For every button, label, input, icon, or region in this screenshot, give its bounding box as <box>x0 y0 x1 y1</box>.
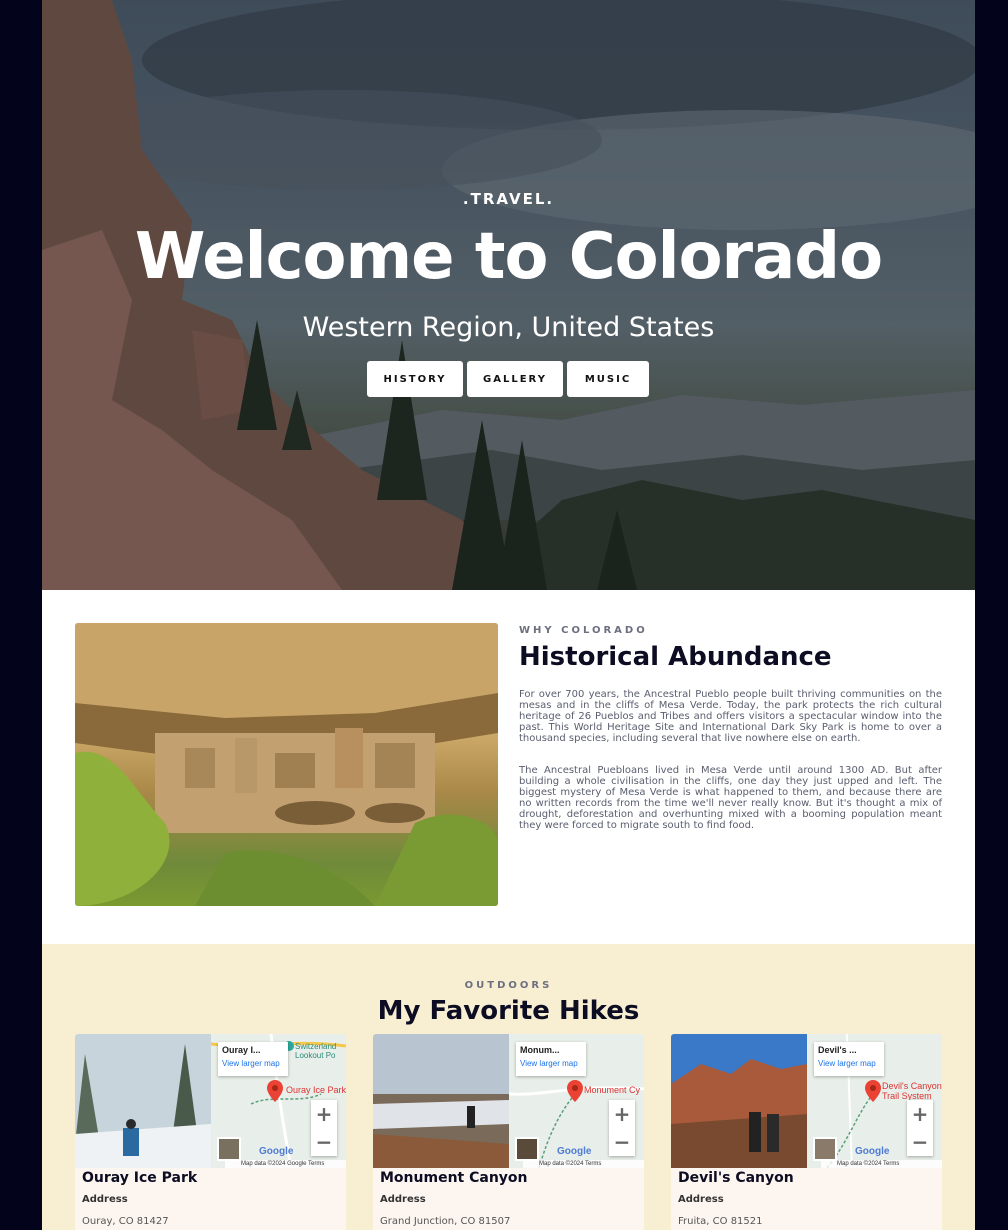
address-value: Fruita, CO 81521 <box>678 1216 763 1227</box>
hike-photo <box>671 1034 807 1168</box>
map-streetview-thumbnail[interactable] <box>813 1137 837 1161</box>
hero-subtitle: Western Region, United States <box>302 312 715 343</box>
map-place-name: Ouray I... <box>222 1045 261 1055</box>
address-label: Address <box>678 1194 724 1205</box>
history-section: WHY COLORADO Historical Abundance For ov… <box>42 590 975 944</box>
map-legal-text: Map data ©2024 Terms <box>821 1160 942 1168</box>
mesa-verde-photo <box>75 623 498 906</box>
minus-icon[interactable]: − <box>609 1128 635 1156</box>
map-pin-icon <box>865 1080 881 1102</box>
hero-button-group: HISTORY GALLERY MUSIC <box>367 361 649 397</box>
map-poi-label: Switzerland Lookout Po <box>295 1042 337 1060</box>
map-legal-text: Map data ©2024 Terms <box>523 1160 644 1168</box>
map-zoom-control: + − <box>311 1100 337 1156</box>
hike-photo <box>75 1034 211 1168</box>
plus-icon[interactable]: + <box>907 1100 933 1128</box>
hike-name: Ouray Ice Park <box>82 1170 198 1186</box>
hikes-title: My Favorite Hikes <box>377 996 640 1026</box>
hike-photo <box>373 1034 509 1168</box>
map-pin-label: Monument Cy <box>584 1085 641 1095</box>
plus-icon[interactable]: + <box>311 1100 337 1128</box>
history-paragraph-2: The Ancestral Puebloans lived in Mesa Ve… <box>519 765 942 831</box>
hike-name: Monument Canyon <box>380 1170 528 1186</box>
hero-overlay <box>42 0 975 590</box>
map-info-box: Devil's ... View larger map <box>814 1042 884 1076</box>
map-legal-text: Map data ©2024 Google Terms <box>225 1160 346 1168</box>
map-pin-label: Devil's Canyon Trail System <box>882 1081 942 1101</box>
hike-name: Devil's Canyon <box>678 1170 794 1186</box>
view-larger-map-link[interactable]: View larger map <box>818 1059 880 1068</box>
hero-kicker: .TRAVEL. <box>462 190 555 208</box>
address-value: Grand Junction, CO 81507 <box>380 1216 511 1227</box>
view-larger-map-link[interactable]: View larger map <box>520 1059 582 1068</box>
map-place-name: Devil's ... <box>818 1045 857 1055</box>
google-logo: Google <box>259 1146 294 1157</box>
music-button[interactable]: MUSIC <box>567 361 649 397</box>
minus-icon[interactable]: − <box>311 1128 337 1156</box>
hike-card-devils: Devil's ... View larger map Devil's Cany… <box>671 1034 942 1230</box>
map-zoom-control: + − <box>907 1100 933 1156</box>
view-larger-map-link[interactable]: View larger map <box>222 1059 284 1068</box>
map-zoom-control: + − <box>609 1100 635 1156</box>
hike-map[interactable]: Devil's ... View larger map Devil's Cany… <box>807 1034 942 1168</box>
address-label: Address <box>82 1194 128 1205</box>
map-pin-icon <box>567 1080 583 1102</box>
plus-icon[interactable]: + <box>609 1100 635 1128</box>
hike-card-ouray: Ouray I... View larger map Switzerland L… <box>75 1034 346 1230</box>
hero-title: Welcome to Colorado <box>134 220 883 294</box>
map-pin-icon <box>267 1080 283 1102</box>
gallery-button[interactable]: GALLERY <box>467 361 563 397</box>
history-eyebrow: WHY COLORADO <box>519 625 648 636</box>
hike-card-monument: Monum... View larger map Monument Cy + −… <box>373 1034 644 1230</box>
address-label: Address <box>380 1194 426 1205</box>
hike-map[interactable]: Ouray I... View larger map Switzerland L… <box>211 1034 346 1168</box>
address-value: Ouray, CO 81427 <box>82 1216 169 1227</box>
minus-icon[interactable]: − <box>907 1128 933 1156</box>
hikes-section: OUTDOORS My Favorite Hikes Ouray I... Vi… <box>42 944 975 1230</box>
history-button[interactable]: HISTORY <box>367 361 463 397</box>
history-paragraph-1: For over 700 years, the Ancestral Pueblo… <box>519 689 942 744</box>
history-title: Historical Abundance <box>519 642 832 672</box>
google-logo: Google <box>557 1146 592 1157</box>
map-info-box: Ouray I... View larger map <box>218 1042 288 1076</box>
page: .TRAVEL. Welcome to Colorado Western Reg… <box>42 0 975 1230</box>
hike-map[interactable]: Monum... View larger map Monument Cy + −… <box>509 1034 644 1168</box>
map-place-name: Monum... <box>520 1045 560 1055</box>
map-streetview-thumbnail[interactable] <box>217 1137 241 1161</box>
google-logo: Google <box>855 1146 890 1157</box>
map-info-box: Monum... View larger map <box>516 1042 586 1076</box>
map-streetview-thumbnail[interactable] <box>515 1137 539 1161</box>
map-pin-label: Ouray Ice Park <box>286 1085 346 1095</box>
hero-section: .TRAVEL. Welcome to Colorado Western Reg… <box>42 0 975 590</box>
hikes-eyebrow: OUTDOORS <box>464 980 553 991</box>
